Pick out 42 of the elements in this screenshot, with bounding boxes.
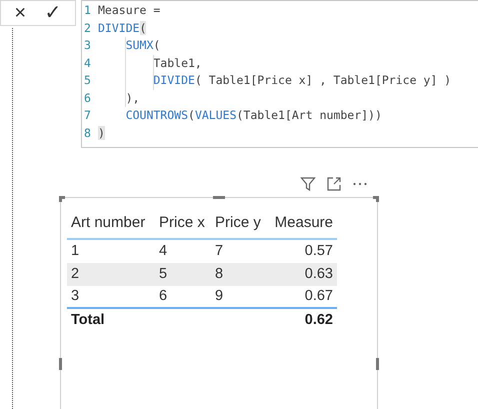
line-number: 3 <box>83 37 92 54</box>
table-cell-text: 6 <box>158 286 168 306</box>
table-cell-text: 3 <box>70 286 80 306</box>
code-line: COUNTROWS(VALUES(Table1[Art number])) <box>124 107 382 124</box>
code-line: DIVIDE( <box>98 20 146 37</box>
code-line: ), <box>124 90 140 107</box>
focus-mode-icon[interactable] <box>326 176 342 192</box>
resize-handle[interactable] <box>373 196 379 202</box>
cancel-button[interactable]: × <box>11 3 30 23</box>
table-cell-text: 0.57 <box>304 242 334 261</box>
column-header: Price x <box>158 212 206 233</box>
resize-handle[interactable] <box>59 196 65 202</box>
column-header: Price y <box>214 212 262 233</box>
code-line: Table1, <box>152 54 202 72</box>
line-number: 1 <box>83 2 92 20</box>
total-cell-text: Total <box>70 311 106 330</box>
code-line: Measure = <box>98 2 160 20</box>
resize-handle[interactable] <box>213 196 225 199</box>
column-header: Measure <box>274 212 334 233</box>
line-number: 7 <box>83 107 92 124</box>
filter-icon[interactable] <box>300 176 316 192</box>
resize-handle[interactable] <box>376 358 379 370</box>
table-cell-text: 8 <box>214 264 224 284</box>
table-cell-text: 0.63 <box>304 264 334 284</box>
table-cell-text: 9 <box>214 286 224 306</box>
table-cell-text: 0.67 <box>304 286 334 306</box>
resize-handle[interactable] <box>59 358 62 370</box>
line-number: 5 <box>83 72 92 90</box>
line-number: 8 <box>83 124 92 142</box>
commit-button[interactable]: ✓ <box>42 3 65 23</box>
code-line: SUMX( <box>124 37 160 54</box>
total-cell-text: 0.62 <box>304 311 334 330</box>
table-cell-text: 4 <box>158 242 168 261</box>
code-line: DIVIDE( Table1[Price x] , Table1[Price y] ) <box>152 72 452 90</box>
table-cell-text: 5 <box>158 264 168 284</box>
table-cell-text: 7 <box>214 242 224 261</box>
table-cell-text: 1 <box>70 242 80 261</box>
column-header: Art number <box>70 212 146 233</box>
table-cell-text: 2 <box>70 264 80 284</box>
line-number: 4 <box>83 54 92 72</box>
line-number: 2 <box>83 20 92 37</box>
line-number: 6 <box>83 90 92 107</box>
